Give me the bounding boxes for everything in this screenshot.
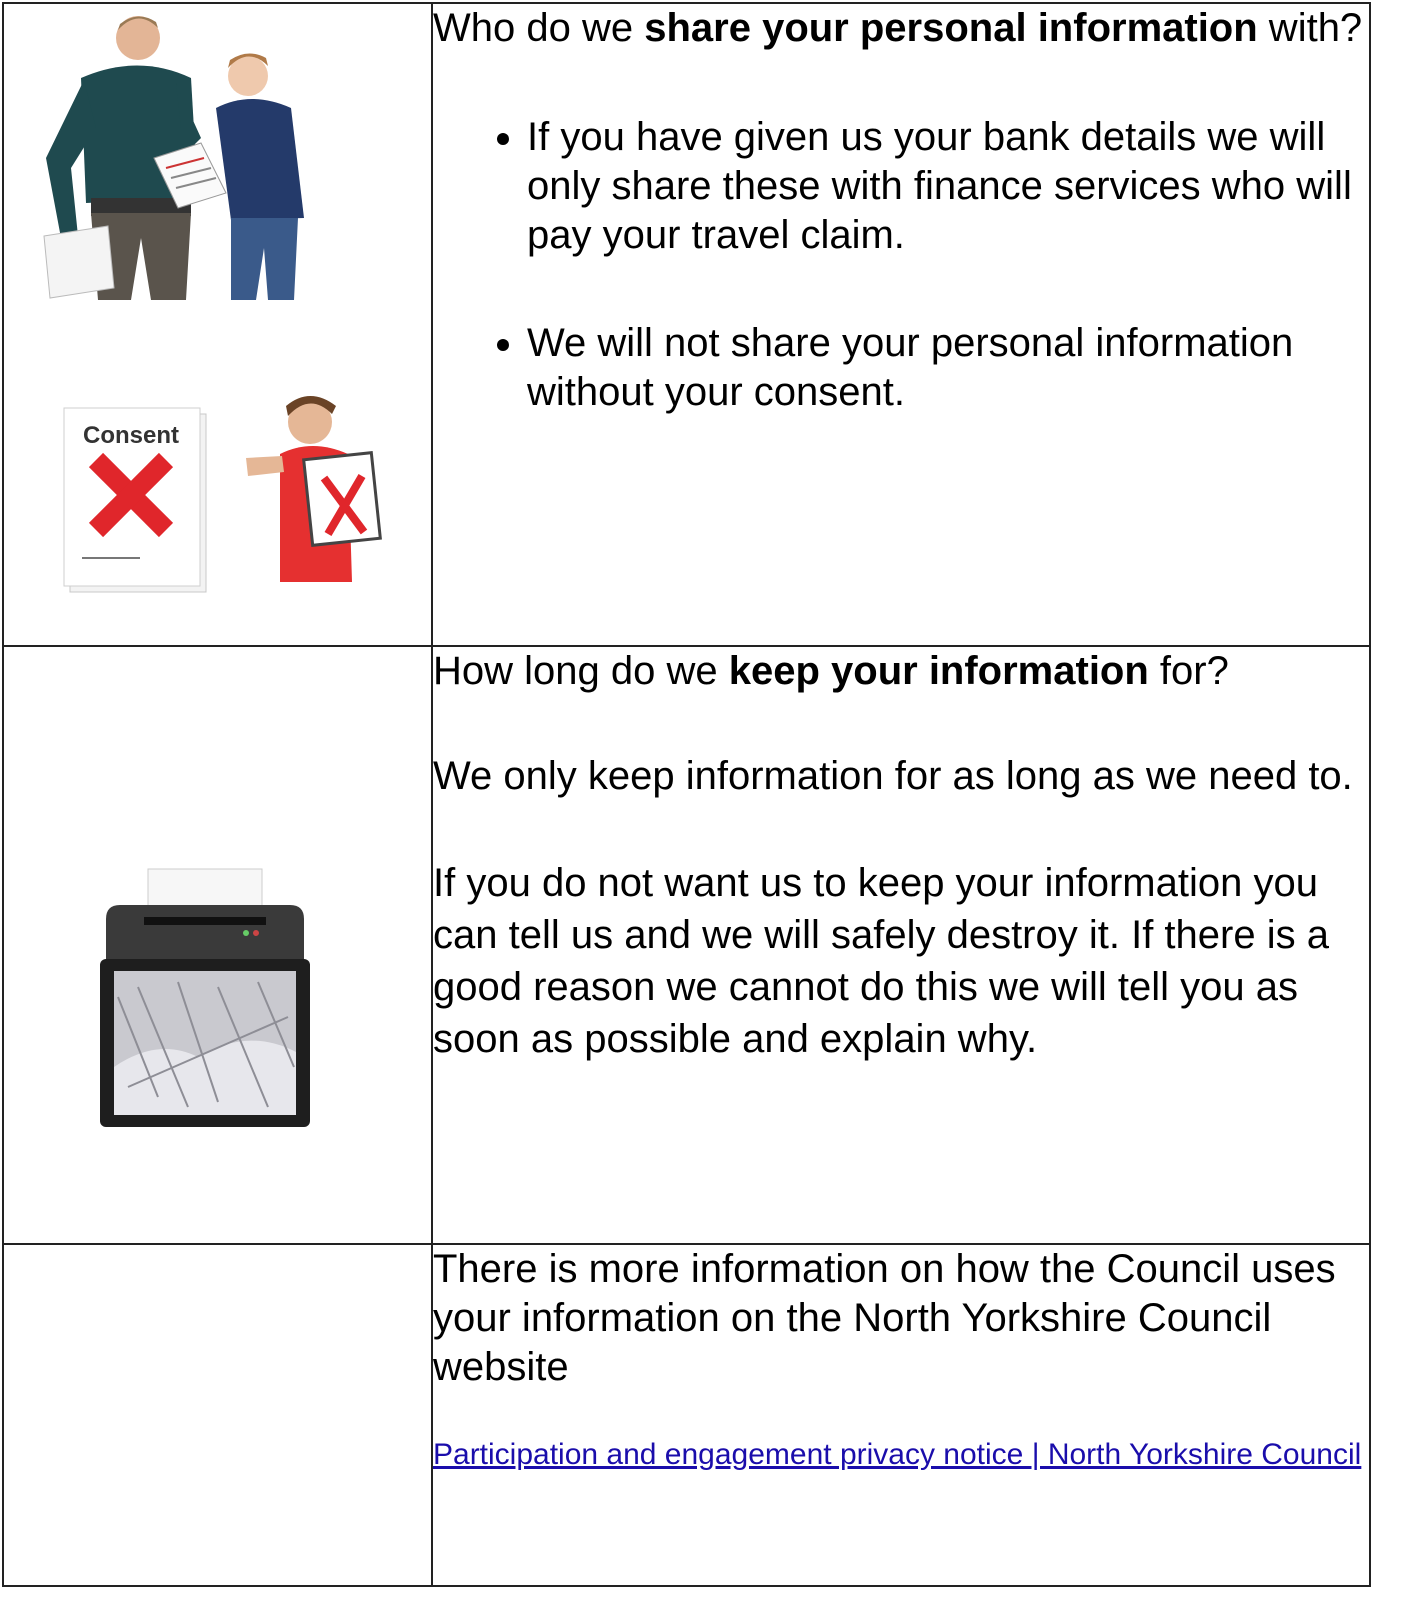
keep-info-para-1: We only keep information for as long as … bbox=[433, 754, 1353, 798]
privacy-notice-link[interactable]: Participation and engagement privacy not… bbox=[433, 1438, 1361, 1471]
share-heading-pre: Who do we bbox=[433, 6, 645, 50]
keep-info-row: How long do we keep your information for… bbox=[2, 645, 1371, 1245]
share-heading-post: with? bbox=[1257, 6, 1363, 50]
paper-shredder-picture bbox=[100, 868, 310, 1127]
more-info-row: There is more information on how the Cou… bbox=[2, 1243, 1371, 1587]
share-info-bullets: If you have given us your bank details w… bbox=[433, 113, 1369, 417]
people-discussing-document-picture bbox=[43, 16, 304, 300]
share-heading-bold: share your personal information bbox=[644, 6, 1258, 50]
consent-card-label: Consent bbox=[83, 422, 179, 449]
more-info-para: There is more information on how the Cou… bbox=[433, 1247, 1336, 1389]
keep-info-text: How long do we keep your information for… bbox=[431, 645, 1371, 1245]
share-info-text: Who do we share your personal informatio… bbox=[431, 2, 1371, 647]
keep-info-para-2: If you do not want us to keep your infor… bbox=[433, 861, 1329, 1061]
share-info-row: Consent Who do we share your personal in… bbox=[2, 2, 1371, 647]
keep-heading-post: for? bbox=[1148, 649, 1229, 693]
more-info-text: There is more information on how the Cou… bbox=[431, 1243, 1371, 1587]
consent-bullet: We will not share your personal informat… bbox=[527, 319, 1369, 417]
keep-heading-bold: keep your information bbox=[728, 649, 1149, 693]
keep-info-images bbox=[2, 645, 433, 1245]
more-info-image-cell bbox=[2, 1243, 433, 1587]
easy-read-table: Consent Who do we share your personal in… bbox=[2, 2, 1371, 1587]
share-info-images: Consent bbox=[2, 2, 433, 647]
keep-heading-pre: How long do we bbox=[433, 649, 729, 693]
share-info-heading: Who do we share your personal informatio… bbox=[433, 4, 1369, 53]
keep-info-heading: How long do we keep your information for… bbox=[433, 647, 1369, 696]
bank-details-bullet: If you have given us your bank details w… bbox=[527, 113, 1369, 260]
thumbs-down-person-picture bbox=[246, 396, 382, 582]
